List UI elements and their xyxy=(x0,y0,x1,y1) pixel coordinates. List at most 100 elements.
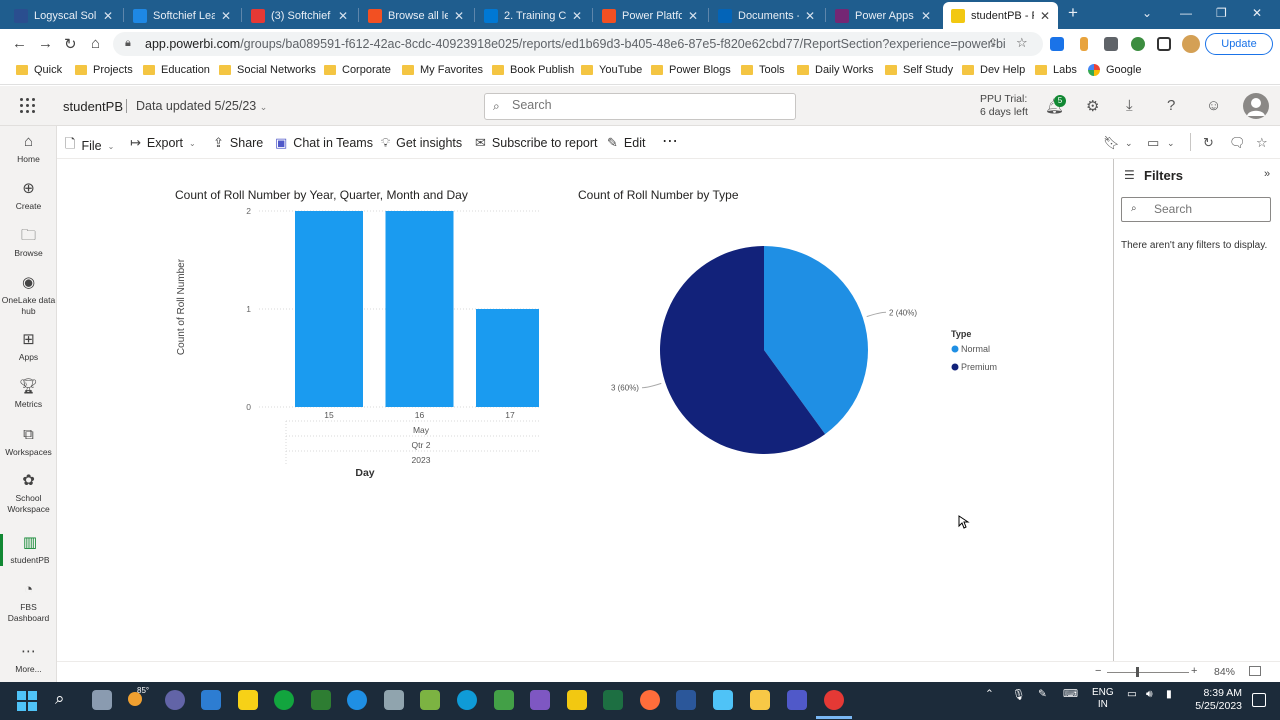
file-explorer-icon[interactable] xyxy=(750,690,770,710)
share-button[interactable]: ⇪ Share xyxy=(213,135,263,151)
clock[interactable]: 8:39 AM 5/25/2023 xyxy=(1190,687,1242,713)
filters-search-input[interactable] xyxy=(1154,202,1264,216)
more-options-icon[interactable]: ⋯ xyxy=(662,131,678,151)
chevron-down-icon[interactable]: ⌄ xyxy=(1125,138,1133,149)
taskbar-search-icon[interactable]: ⌕ xyxy=(55,689,65,709)
nav-item-home[interactable]: ⌂ Home xyxy=(0,133,57,165)
bookmark-star-icon[interactable]: ☆ xyxy=(1016,35,1028,51)
extension-icon[interactable] xyxy=(1050,37,1064,51)
browser-tab[interactable]: 2. Training Cur ✕ xyxy=(476,2,590,29)
account-avatar[interactable] xyxy=(1243,93,1269,119)
file-menu[interactable]: 🗋︎ File ⌄ xyxy=(65,135,114,157)
bookmark-item[interactable]: YouTube xyxy=(581,64,642,76)
share-page-icon[interactable]: ⇪ xyxy=(988,36,998,50)
tray-chevron-icon[interactable]: ⌃ xyxy=(985,688,994,700)
chevron-down-icon[interactable]: ⌄ xyxy=(1167,138,1175,149)
nav-item-school-workspace[interactable]: ✿ School Workspace xyxy=(0,472,57,515)
nav-item-apps[interactable]: ⊞ Apps xyxy=(0,331,57,363)
global-search-box[interactable]: ⌕ xyxy=(484,93,796,120)
app-icon[interactable] xyxy=(640,690,660,710)
app-icon[interactable] xyxy=(420,690,440,710)
sticky-notes-icon[interactable] xyxy=(238,690,258,710)
bookmark-item[interactable]: Tools xyxy=(741,64,785,76)
app-icon[interactable] xyxy=(494,690,514,710)
nav-item-create[interactable]: ⊕ Create xyxy=(0,180,57,212)
download-icon[interactable]: ⤓ xyxy=(1126,97,1133,114)
visual-studio-icon[interactable] xyxy=(530,690,550,710)
nav-item-metrics[interactable]: 🏆︎ Metrics xyxy=(0,378,57,410)
close-tab-icon[interactable]: ✕ xyxy=(1040,9,1050,23)
reload-icon[interactable]: ↻ xyxy=(64,35,77,53)
store-icon[interactable] xyxy=(201,690,221,710)
excel-icon[interactable] xyxy=(603,690,623,710)
bar-chart[interactable]: 0 1 2 15 16 17 May Qtr 2 2023 Count of Roll Numb… xyxy=(169,204,539,484)
get-insights-button[interactable]: 💡︎ Get insights xyxy=(381,135,462,151)
windows-start-icon[interactable] xyxy=(17,691,37,711)
legend-item[interactable]: Premium xyxy=(961,362,997,372)
close-tab-icon[interactable]: ✕ xyxy=(103,9,113,23)
bookmark-item[interactable]: Daily Works xyxy=(797,64,873,76)
chat-in-teams-button[interactable]: ▣ Chat in Teams xyxy=(275,135,373,151)
home-browser-icon[interactable]: ⌂ xyxy=(91,35,100,52)
extension-icon[interactable] xyxy=(1080,37,1088,51)
teams-icon[interactable] xyxy=(787,690,807,710)
browser-tab[interactable]: Softchief Lear ✕ xyxy=(125,2,239,29)
app-icon[interactable] xyxy=(384,690,404,710)
edit-button[interactable]: ✎ Edit xyxy=(607,135,645,151)
bookmark-item[interactable]: Corporate xyxy=(324,64,391,76)
maximize-icon[interactable]: ❐ xyxy=(1216,6,1227,20)
bookmark-item[interactable]: Dev Help xyxy=(962,64,1025,76)
side-panel-icon[interactable] xyxy=(1157,37,1171,51)
pie-chart[interactable]: 2 (40%) 3 (60%) Type Normal Premium xyxy=(597,229,1017,469)
nav-item-more[interactable]: ⋯ More... xyxy=(0,643,57,675)
word-icon[interactable] xyxy=(676,690,696,710)
task-view-icon[interactable] xyxy=(92,690,112,710)
browser-tab[interactable]: Logyscal Solut ✕ xyxy=(6,2,121,29)
bookmark-item[interactable]: Labs xyxy=(1035,64,1077,76)
zoom-slider-thumb[interactable] xyxy=(1136,667,1139,677)
close-tab-icon[interactable]: ✕ xyxy=(572,9,582,23)
close-tab-icon[interactable]: ✕ xyxy=(921,9,931,23)
address-bar[interactable]: 🔒︎ app.powerbi.com/groups/ba089591-f612-… xyxy=(113,32,1043,56)
browser-tab[interactable]: (3) Softchief Le ✕ xyxy=(243,2,356,29)
browser-tab[interactable]: studentPB - Po ✕ xyxy=(943,2,1058,29)
language-indicator[interactable]: ENG IN xyxy=(1092,687,1114,711)
bar[interactable] xyxy=(295,211,363,407)
bookmark-item[interactable]: Quick xyxy=(16,64,62,76)
close-window-icon[interactable]: ✕ xyxy=(1252,6,1262,20)
gear-icon[interactable]: ⚙ xyxy=(1086,97,1099,115)
nav-item-fbs-dashboard[interactable]: ◔ FBS Dashboard xyxy=(0,581,57,624)
close-tab-icon[interactable]: ✕ xyxy=(221,9,231,23)
data-updated-dropdown[interactable]: Data updated 5/25/23 ⌄ xyxy=(136,99,267,113)
bookmark-icon[interactable]: 🔖︎ xyxy=(1103,135,1120,151)
forward-icon[interactable]: → xyxy=(38,35,53,52)
close-tab-icon[interactable]: ✕ xyxy=(454,9,464,23)
edge-icon[interactable] xyxy=(457,690,477,710)
fit-to-page-icon[interactable] xyxy=(1249,666,1261,676)
nav-item-workspaces[interactable]: ⧉ Workspaces xyxy=(0,426,57,458)
browser-tab[interactable]: Power Platform ✕ xyxy=(594,2,706,29)
bookmark-item[interactable]: Self Study xyxy=(885,64,953,76)
extensions-puzzle-icon[interactable] xyxy=(1104,37,1118,51)
update-button[interactable]: Update xyxy=(1205,33,1273,55)
feedback-smiley-icon[interactable]: ☺ xyxy=(1206,97,1221,114)
bookmark-item[interactable]: Education xyxy=(143,64,210,76)
filters-search-box[interactable]: ⌕ xyxy=(1121,197,1271,222)
notepad-icon[interactable] xyxy=(713,690,733,710)
bookmark-item[interactable]: Projects xyxy=(75,64,133,76)
bookmark-item[interactable]: My Favorites xyxy=(402,64,483,76)
bar[interactable] xyxy=(476,309,539,407)
bar[interactable] xyxy=(385,211,454,407)
app-icon[interactable] xyxy=(311,690,331,710)
volume-icon[interactable]: 🔊︎ xyxy=(1146,688,1153,701)
browser-tab[interactable]: Documents - C ✕ xyxy=(710,2,823,29)
teams-chat-icon[interactable] xyxy=(165,690,185,710)
app-launcher-icon[interactable] xyxy=(20,98,36,114)
bookmark-item[interactable]: Social Networks xyxy=(219,64,316,76)
bookmark-item[interactable]: Google xyxy=(1088,64,1141,76)
microphone-icon[interactable]: 🎙︎ xyxy=(1012,688,1025,701)
app-icon[interactable] xyxy=(347,690,367,710)
zoom-slider[interactable] xyxy=(1107,672,1189,673)
close-tab-icon[interactable]: ✕ xyxy=(805,9,815,23)
notifications-center-icon[interactable] xyxy=(1252,693,1266,707)
